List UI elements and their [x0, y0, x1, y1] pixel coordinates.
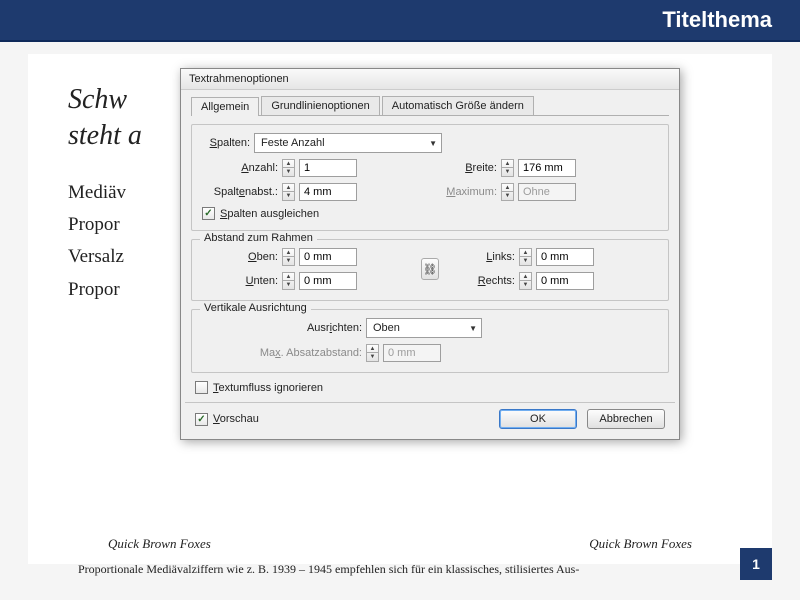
width-input[interactable]: [518, 159, 576, 177]
tab-general[interactable]: Allgemein: [191, 97, 259, 116]
width-spinner[interactable]: ▲▼: [501, 159, 514, 177]
tab-autosize[interactable]: Automatisch Größe ändern: [382, 96, 534, 115]
tab-baseline[interactable]: Grundlinienoptionen: [261, 96, 379, 115]
max-input: [518, 183, 576, 201]
right-input[interactable]: [536, 272, 594, 290]
gutter-input[interactable]: [299, 183, 357, 201]
inset-group: Abstand zum Rahmen Oben: ▲▼ Unten: ▲▼ ⛓: [191, 239, 669, 301]
ok-button[interactable]: OK: [499, 409, 577, 429]
maxpara-label: Max. Absatzabstand:: [202, 347, 362, 359]
top-input[interactable]: [299, 248, 357, 266]
ignore-wrap-label: Textumfluss ignorieren: [213, 382, 323, 394]
bottom-spinner[interactable]: ▲▼: [282, 272, 295, 290]
page-header-bar: Titelthema: [0, 0, 800, 42]
maxpara-input: [383, 344, 441, 362]
count-label: Anzahl:: [202, 162, 278, 174]
valign-group: Vertikale Ausrichtung Ausrichten: Oben ▼…: [191, 309, 669, 373]
preview-checkbox[interactable]: ✓ Vorschau: [195, 413, 259, 426]
width-label: Breite:: [439, 162, 497, 174]
dialog-footer: ✓ Vorschau OK Abbrechen: [191, 403, 669, 429]
gutter-spinner[interactable]: ▲▼: [282, 183, 295, 201]
columns-type-select[interactable]: Feste Anzahl ▼: [254, 133, 442, 153]
doc-sample-row: Quick Brown Foxes Quick Brown Foxes: [68, 536, 732, 552]
gutter-label: Spaltenabst.:: [202, 186, 278, 198]
preview-label: Vorschau: [213, 413, 259, 425]
count-input[interactable]: [299, 159, 357, 177]
doc-para: Proportionale Mediävalziffern wie z. B. …: [68, 562, 732, 577]
inset-title: Abstand zum Rahmen: [200, 232, 317, 244]
top-label: Oben:: [202, 251, 278, 263]
balance-label: Spalten ausgleichen: [220, 208, 319, 220]
bottom-label: Unten:: [202, 275, 278, 287]
max-spinner[interactable]: ▲▼: [501, 183, 514, 201]
ignore-wrap-checkbox[interactable]: ✓ Textumfluss ignorieren: [195, 381, 323, 394]
align-label: Ausrichten:: [202, 322, 362, 334]
dialog-title: Textrahmenoptionen: [181, 69, 679, 90]
max-label: Maximum:: [439, 186, 497, 198]
top-spinner[interactable]: ▲▼: [282, 248, 295, 266]
chevron-down-icon: ▼: [429, 139, 437, 148]
right-label: Rechts:: [457, 275, 515, 287]
page-header-title: Titelthema: [662, 7, 772, 33]
balance-columns-checkbox[interactable]: ✓ Spalten ausgleichen: [202, 207, 319, 220]
link-insets-icon[interactable]: ⛓: [421, 258, 439, 280]
columns-label: Spalten:: [202, 137, 250, 149]
bottom-input[interactable]: [299, 272, 357, 290]
right-spinner[interactable]: ▲▼: [519, 272, 532, 290]
text-frame-options-dialog: Textrahmenoptionen Allgemein Grundlinien…: [180, 68, 680, 440]
chevron-down-icon: ▼: [469, 324, 477, 333]
tab-bar: Allgemein Grundlinienoptionen Automatisc…: [191, 96, 669, 116]
page-number-badge: 1: [740, 548, 772, 580]
columns-group: Spalten: Feste Anzahl ▼ Anzahl: ▲▼ Spalt…: [191, 124, 669, 231]
count-spinner[interactable]: ▲▼: [282, 159, 295, 177]
valign-title: Vertikale Ausrichtung: [200, 302, 311, 314]
cancel-button[interactable]: Abbrechen: [587, 409, 665, 429]
left-label: Links:: [457, 251, 515, 263]
align-select[interactable]: Oben ▼: [366, 318, 482, 338]
maxpara-spinner[interactable]: ▲▼: [366, 344, 379, 362]
left-input[interactable]: [536, 248, 594, 266]
left-spinner[interactable]: ▲▼: [519, 248, 532, 266]
dialog-body: Allgemein Grundlinienoptionen Automatisc…: [181, 90, 679, 439]
